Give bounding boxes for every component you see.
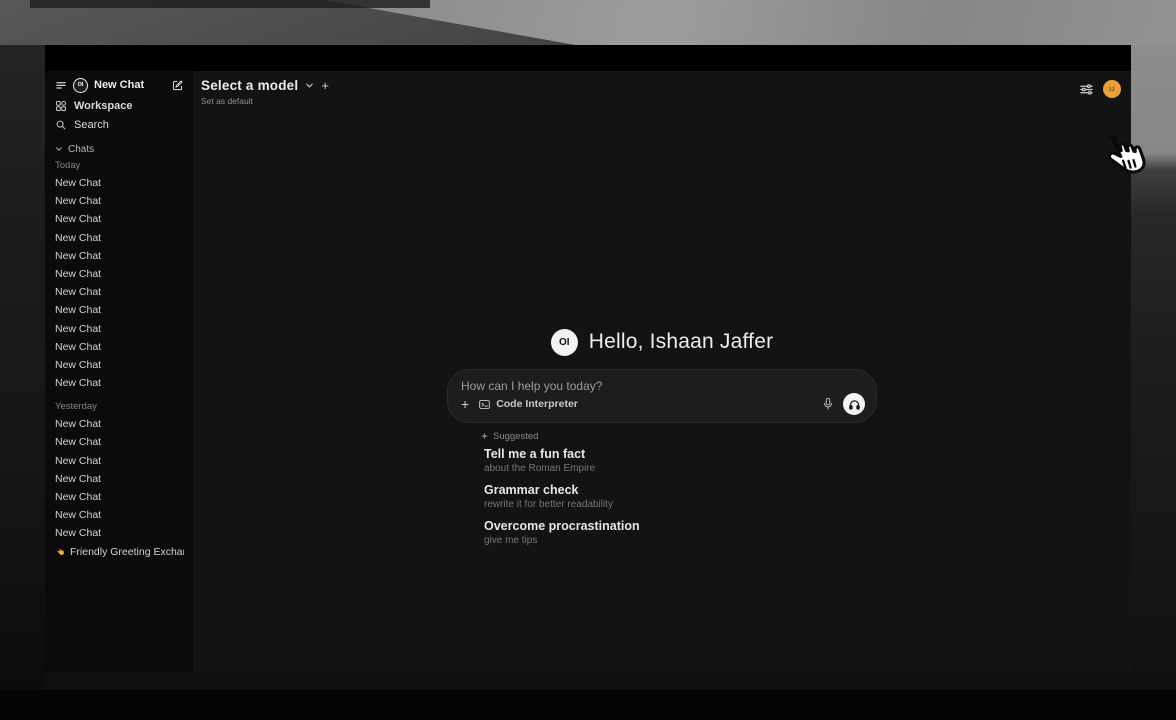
- chat-list-item[interactable]: New Chat: [55, 210, 184, 228]
- model-header: Select a model + Set as default: [201, 78, 329, 106]
- headphones-icon: [848, 398, 861, 411]
- chat-list-item[interactable]: New Chat: [55, 320, 184, 338]
- named-chat-label: Friendly Greeting Exchange: [70, 543, 184, 561]
- suggestion-subtitle: rewrite it for better readability: [484, 499, 877, 510]
- date-group-yesterday: Yesterday: [55, 399, 184, 415]
- chat-list-item[interactable]: New Chat: [55, 488, 184, 506]
- chat-list-item[interactable]: New Chat: [55, 415, 184, 433]
- chat-list-item[interactable]: New Chat: [55, 506, 184, 524]
- chat-list-item[interactable]: New Chat: [55, 192, 184, 210]
- chat-list-item[interactable]: New Chat: [55, 374, 184, 392]
- sparkle-icon: [480, 432, 489, 441]
- chats-section-toggle[interactable]: Chats: [55, 141, 184, 157]
- chevron-down-icon: [55, 145, 63, 153]
- waving-hand-icon: [55, 546, 66, 557]
- controls-icon[interactable]: [1079, 82, 1094, 97]
- suggestion-item[interactable]: Grammar check rewrite it for better read…: [484, 483, 877, 510]
- workspace-icon: [55, 100, 67, 112]
- suggestion-list: Tell me a fun fact about the Roman Empir…: [447, 447, 877, 546]
- voice-call-button[interactable]: [843, 393, 865, 415]
- sidebar-header: OI New Chat: [55, 75, 184, 95]
- wallpaper-edge: [30, 0, 430, 8]
- app-window: OI New Chat Workspace Searc: [45, 45, 1131, 672]
- model-selector[interactable]: Select a model: [201, 78, 298, 93]
- sidebar-toggle-icon[interactable]: [55, 79, 67, 91]
- chat-list-item[interactable]: New Chat: [55, 356, 184, 374]
- chat-list-item[interactable]: New Chat: [55, 452, 184, 470]
- message-input[interactable]: How can I help you today?: [461, 379, 865, 393]
- app-logo-large: OI: [551, 329, 578, 356]
- code-interpreter-toggle[interactable]: Code Interpreter: [478, 398, 578, 411]
- code-interpreter-label: Code Interpreter: [496, 398, 578, 410]
- new-chat-icon[interactable]: [171, 79, 184, 92]
- chat-list-item[interactable]: New Chat: [55, 524, 184, 542]
- chat-list-item[interactable]: New Chat: [55, 247, 184, 265]
- search-icon: [55, 119, 67, 131]
- suggestion-subtitle: give me tips: [484, 535, 877, 546]
- chat-list-item[interactable]: New Chat: [55, 174, 184, 192]
- suggestion-subtitle: about the Roman Empire: [484, 463, 877, 474]
- chat-list-item[interactable]: New Chat: [55, 338, 184, 356]
- chat-list-item[interactable]: New Chat: [55, 433, 184, 451]
- add-model-button[interactable]: +: [321, 78, 329, 93]
- chat-list-item[interactable]: New Chat: [55, 470, 184, 488]
- suggested-label: Suggested: [493, 431, 538, 442]
- avatar[interactable]: IJ: [1103, 80, 1121, 98]
- chat-list-item[interactable]: New Chat: [55, 301, 184, 319]
- center-column: OI Hello, Ishaan Jaffer How can I help y…: [447, 327, 877, 555]
- wallpaper-right: [1131, 45, 1176, 720]
- suggestion-title: Overcome procrastination: [484, 519, 877, 533]
- chat-list-today: New ChatNew ChatNew ChatNew ChatNew Chat…: [55, 174, 184, 392]
- message-input-card[interactable]: How can I help you today? + Code Interpr…: [447, 369, 877, 423]
- greeting-row: OI Hello, Ishaan Jaffer: [447, 327, 877, 357]
- chat-list-item[interactable]: New Chat: [55, 229, 184, 247]
- model-chevron-icon[interactable]: [305, 81, 314, 90]
- suggested-header: Suggested: [480, 431, 877, 442]
- app-logo: OI: [73, 78, 88, 93]
- chat-list-item-named[interactable]: Friendly Greeting Exchange: [55, 543, 184, 561]
- sidebar-title: New Chat: [94, 79, 165, 91]
- chat-list-item[interactable]: New Chat: [55, 265, 184, 283]
- suggestion-title: Grammar check: [484, 483, 877, 497]
- workspace-label: Workspace: [74, 100, 133, 112]
- suggestion-item[interactable]: Tell me a fun fact about the Roman Empir…: [484, 447, 877, 474]
- attach-button[interactable]: +: [461, 399, 469, 409]
- greeting-text: Hello, Ishaan Jaffer: [589, 330, 774, 354]
- sidebar-item-workspace[interactable]: Workspace: [55, 96, 184, 115]
- sidebar-item-search[interactable]: Search: [55, 115, 184, 134]
- suggestion-title: Tell me a fun fact: [484, 447, 877, 461]
- wallpaper-left: [0, 45, 45, 720]
- header-right: IJ: [1079, 80, 1121, 98]
- window-titlebar: [45, 45, 1131, 71]
- wallpaper-bottom-bar: [0, 690, 1176, 720]
- chat-list-item[interactable]: New Chat: [55, 283, 184, 301]
- suggestion-item[interactable]: Overcome procrastination give me tips: [484, 519, 877, 546]
- mic-icon[interactable]: [822, 397, 834, 411]
- main-area: Select a model + Set as default IJ: [193, 71, 1131, 672]
- sidebar: OI New Chat Workspace Searc: [45, 71, 193, 672]
- code-interpreter-icon: [478, 398, 491, 411]
- chat-list-yesterday: New ChatNew ChatNew ChatNew ChatNew Chat…: [55, 415, 184, 542]
- chats-header-label: Chats: [68, 144, 94, 155]
- date-group-today: Today: [55, 158, 184, 174]
- desktop: OI New Chat Workspace Searc: [0, 0, 1176, 720]
- set-default-button[interactable]: Set as default: [201, 96, 329, 106]
- search-label: Search: [74, 119, 109, 131]
